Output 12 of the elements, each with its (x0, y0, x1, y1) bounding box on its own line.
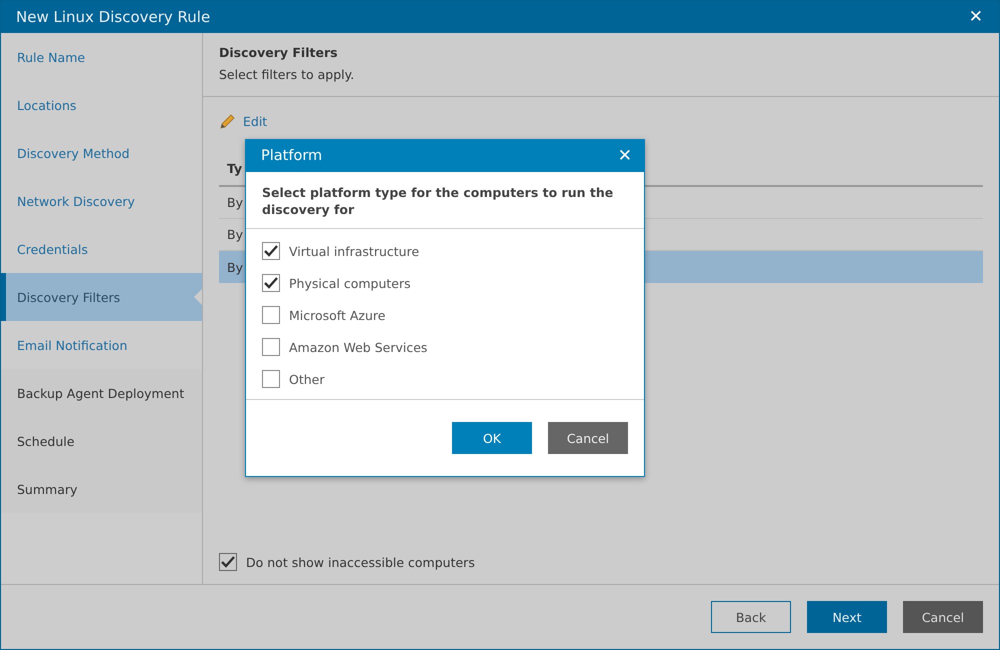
window-title: New Linux Discovery Rule (16, 8, 210, 26)
checkbox-label: Other (289, 372, 324, 386)
column-header: Ty (227, 160, 242, 176)
checkbox-label: Do not show inaccessible computers (246, 554, 475, 570)
checkbox-label: Amazon Web Services (289, 340, 428, 354)
dialog-prompt: Select platform type for the computers to run the discovery for (246, 172, 644, 229)
checkbox-label: Physical computers (289, 276, 411, 290)
checkbox-label: Microsoft Azure (289, 308, 386, 322)
dialog-title: Platform (261, 148, 322, 164)
checkbox-label: Virtual infrastructure (289, 244, 420, 258)
section-subtitle: Select filters to apply. (219, 67, 356, 82)
section-title: Discovery Filters (219, 45, 339, 60)
